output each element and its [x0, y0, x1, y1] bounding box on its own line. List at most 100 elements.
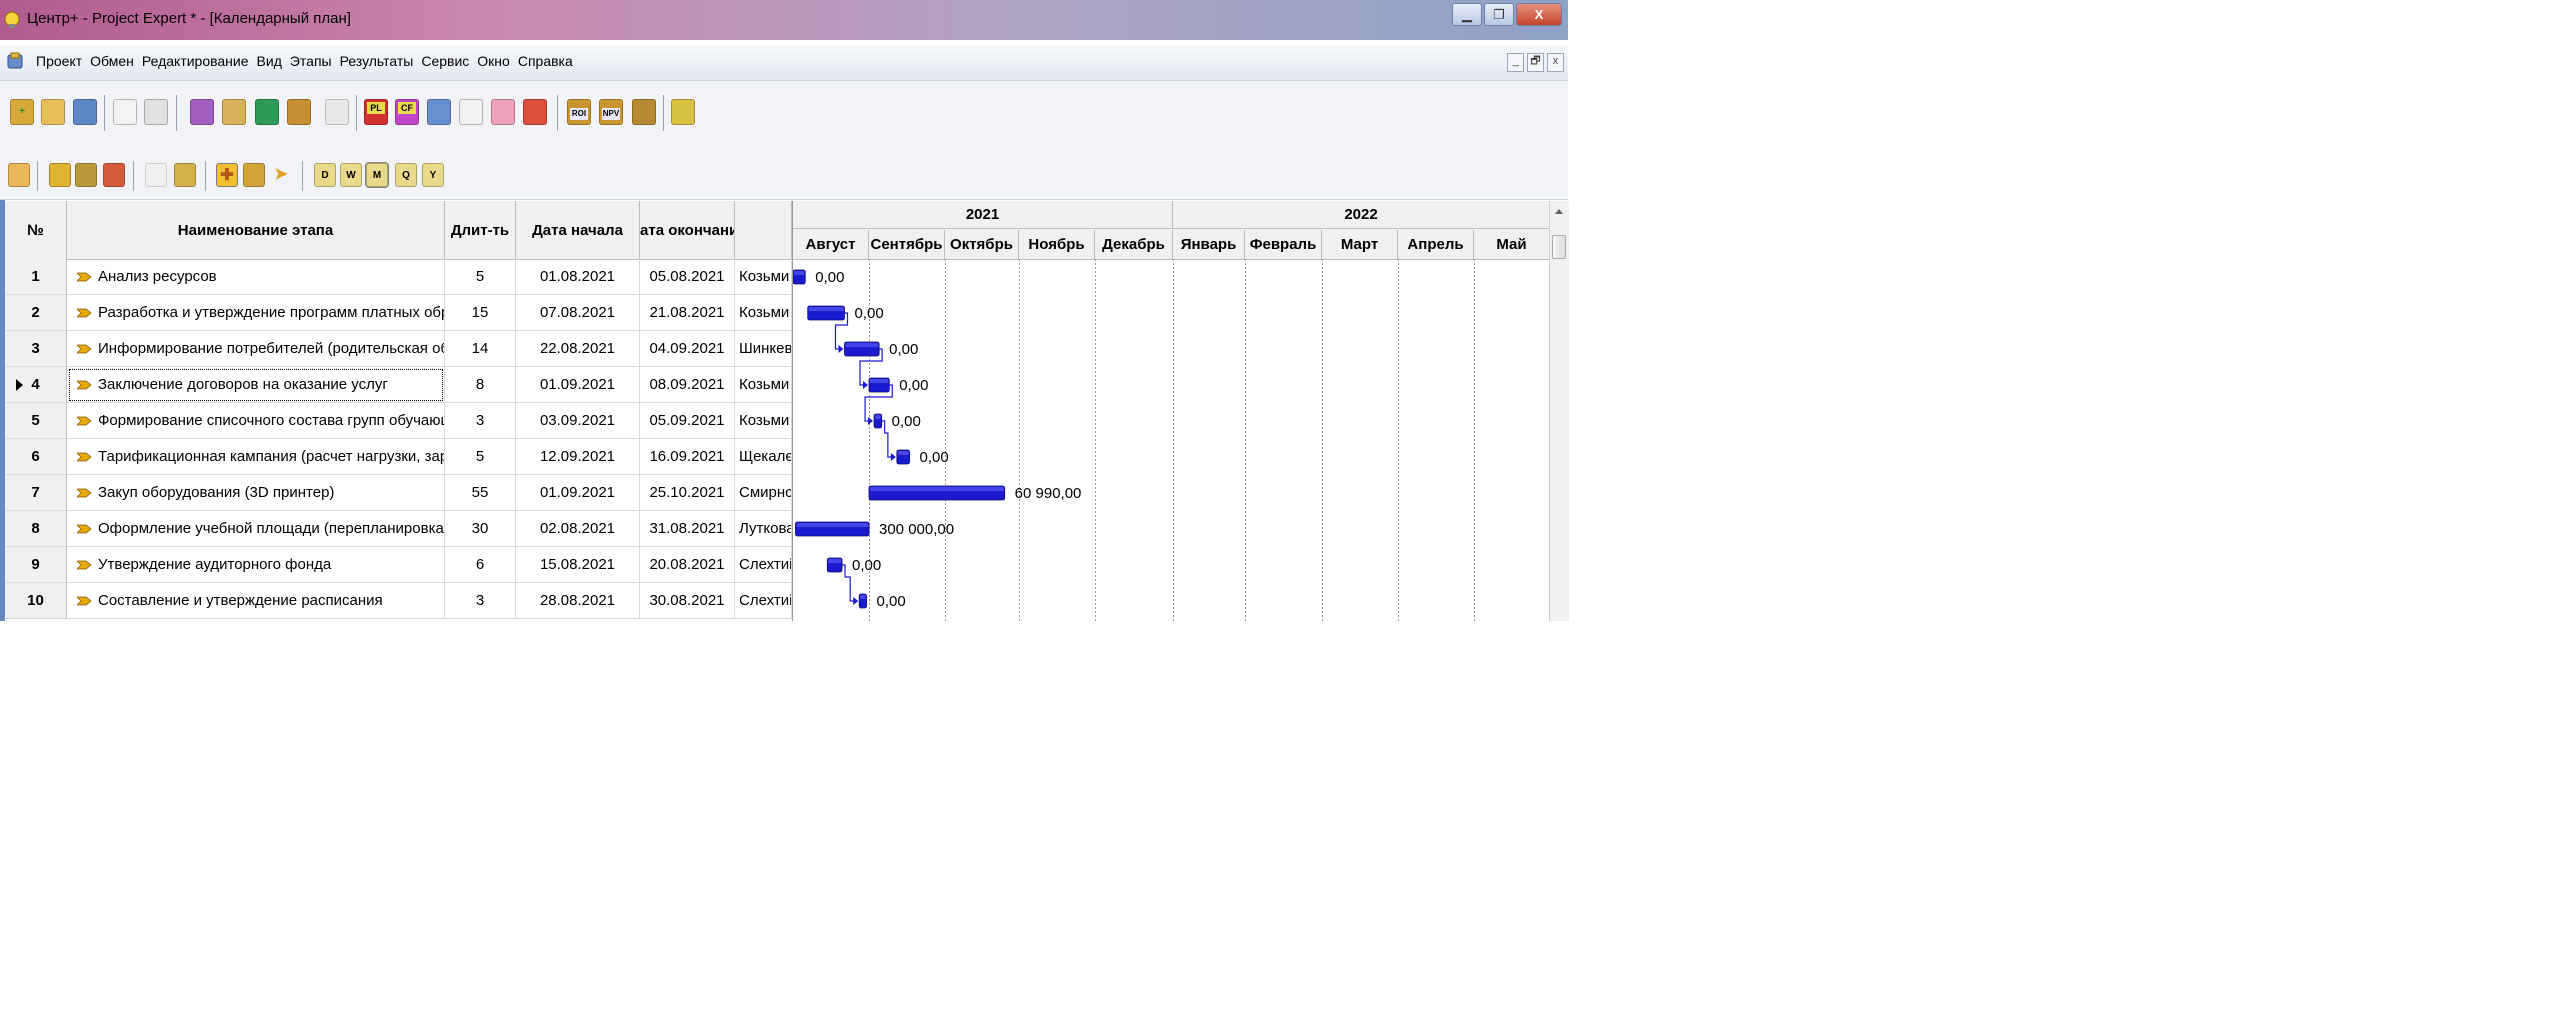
scale-week-icon[interactable]: W — [340, 163, 362, 187]
cf-report-icon[interactable]: CF — [395, 99, 419, 125]
scale-day-icon[interactable]: D — [314, 163, 336, 187]
table-row[interactable]: 2 Разработка и утверждение программ платн… — [5, 295, 792, 331]
duration-cell[interactable]: 5 — [445, 439, 516, 475]
duration-cell[interactable]: 8 — [445, 367, 516, 403]
stage-name-cell[interactable]: Формирование списочного состава групп об… — [67, 403, 445, 439]
duration-cell[interactable]: 14 — [445, 331, 516, 367]
responsible-cell[interactable]: Слехтиі — [735, 547, 792, 583]
start-date-cell[interactable]: 07.08.2021 — [516, 295, 640, 331]
start-date-cell[interactable]: 01.09.2021 — [516, 475, 640, 511]
delete-stage-icon[interactable] — [103, 163, 125, 187]
responsible-cell[interactable]: Козьми — [735, 403, 792, 439]
gears-icon[interactable] — [75, 163, 97, 187]
start-date-cell[interactable]: 28.08.2021 — [516, 583, 640, 619]
row-number[interactable]: 1 — [5, 259, 67, 295]
responsible-cell[interactable]: Козьми — [735, 367, 792, 403]
menu-item[interactable]: Этапы — [290, 53, 340, 69]
scale-quarter-icon[interactable]: Q — [395, 163, 417, 187]
duration-cell[interactable]: 55 — [445, 475, 516, 511]
responsible-cell[interactable]: Шинкев — [735, 331, 792, 367]
row-number[interactable]: 9 — [5, 547, 67, 583]
start-date-cell[interactable]: 22.08.2021 — [516, 331, 640, 367]
stage-name-cell[interactable]: Оформление учебной площади (перепланиров… — [67, 511, 445, 547]
link-disabled-icon[interactable] — [145, 163, 167, 187]
stage-name-cell[interactable]: Закуп оборудования (3D принтер) — [67, 475, 445, 511]
stage-name-cell[interactable]: Тарификационная кампания (расчет нагрузк… — [67, 439, 445, 475]
save-icon[interactable] — [73, 99, 97, 125]
stage-name-cell[interactable]: Заключение договоров на оказание услуг — [67, 367, 445, 403]
menu-item[interactable]: Сервис — [421, 53, 477, 69]
col-header-start[interactable]: Дата начала — [516, 201, 640, 259]
print-preview-icon[interactable] — [113, 99, 137, 125]
close-button[interactable]: X — [1516, 3, 1562, 26]
package-icon[interactable] — [287, 99, 311, 125]
col-header-duration[interactable]: Длит-ть — [445, 201, 516, 259]
row-number[interactable]: 3 — [5, 331, 67, 367]
start-date-cell[interactable]: 02.08.2021 — [516, 511, 640, 547]
table-row[interactable]: 4 Заключение договоров на оказание услуг 8… — [5, 367, 792, 403]
responsible-cell[interactable]: Смирнс — [735, 475, 792, 511]
start-date-cell[interactable]: 01.08.2021 — [516, 259, 640, 295]
open-folder-icon[interactable] — [41, 99, 65, 125]
end-date-cell[interactable]: 21.08.2021 — [640, 295, 735, 331]
start-date-cell[interactable]: 01.09.2021 — [516, 367, 640, 403]
menu-item[interactable]: Окно — [477, 53, 518, 69]
search-report-icon[interactable] — [459, 99, 483, 125]
tools-icon[interactable] — [190, 99, 214, 125]
start-date-cell[interactable]: 12.09.2021 — [516, 439, 640, 475]
balance-icon[interactable] — [427, 99, 451, 125]
minimize-button[interactable]: ▁ — [1452, 3, 1482, 26]
end-date-cell[interactable]: 08.09.2021 — [640, 367, 735, 403]
end-date-cell[interactable]: 20.08.2021 — [640, 547, 735, 583]
stage-name-cell[interactable]: Составление и утверждение расписания — [67, 583, 445, 619]
stage-name-cell[interactable]: Утверждение аудиторного фонда — [67, 547, 445, 583]
table-row[interactable]: 9 Утверждение аудиторного фонда 6 15.08.202… — [5, 547, 792, 583]
mdi-minimize-button[interactable]: _ — [1507, 53, 1524, 72]
responsible-cell[interactable]: Луткова — [735, 511, 792, 547]
scroll-up-arrow[interactable] — [1555, 209, 1563, 214]
new-project-icon[interactable]: + — [10, 99, 34, 125]
end-date-cell[interactable]: 05.09.2021 — [640, 403, 735, 439]
menu-item[interactable]: Обмен — [90, 53, 142, 69]
pointer-icon[interactable]: ➤ — [270, 163, 292, 187]
end-date-cell[interactable]: 05.08.2021 — [640, 259, 735, 295]
table-row[interactable]: 6 Тарификационная кампания (расчет нагруз… — [5, 439, 792, 475]
calendar-icon[interactable] — [8, 163, 30, 187]
responsible-cell[interactable]: Щекалє — [735, 439, 792, 475]
start-date-cell[interactable]: 15.08.2021 — [516, 547, 640, 583]
duration-cell[interactable]: 3 — [445, 403, 516, 439]
duration-cell[interactable]: 3 — [445, 583, 516, 619]
table-row[interactable]: 7 Закуп оборудования (3D принтер) 55 01.09.… — [5, 475, 792, 511]
end-date-cell[interactable]: 16.09.2021 — [640, 439, 735, 475]
responsible-cell[interactable]: Козьми — [735, 295, 792, 331]
pl-report-icon[interactable]: PL — [364, 99, 388, 125]
row-number[interactable]: 6 — [5, 439, 67, 475]
menu-item[interactable]: Вид — [257, 53, 290, 69]
stage-name-cell[interactable]: Информирование потребителей (родительска… — [67, 331, 445, 367]
table-row[interactable]: 1 Анализ ресурсов 5 01.08.2021 05.08.2021 Коз… — [5, 259, 792, 295]
stage-name-cell[interactable]: Анализ ресурсов — [67, 259, 445, 295]
duration-cell[interactable]: 6 — [445, 547, 516, 583]
row-number[interactable]: 4 — [5, 367, 67, 403]
vertical-scrollbar[interactable] — [1549, 201, 1569, 621]
end-date-cell[interactable]: 30.08.2021 — [640, 583, 735, 619]
end-date-cell[interactable]: 31.08.2021 — [640, 511, 735, 547]
npv-icon[interactable]: NPV — [599, 99, 623, 125]
calculator-icon[interactable] — [255, 99, 279, 125]
print-icon[interactable] — [144, 99, 168, 125]
add-cross-icon[interactable]: ✚ — [216, 163, 238, 187]
menu-item[interactable]: Редактирование — [142, 53, 257, 69]
scroll-thumb[interactable] — [1552, 235, 1566, 259]
document-window-icon[interactable] — [6, 52, 24, 70]
col-header-name[interactable]: Наименование этапа — [67, 201, 445, 259]
start-date-cell[interactable]: 03.09.2021 — [516, 403, 640, 439]
clipboard-icon[interactable] — [325, 99, 349, 125]
row-number[interactable]: 7 — [5, 475, 67, 511]
table-row[interactable]: 3 Информирование потребителей (родительск… — [5, 331, 792, 367]
col-header-responsible[interactable] — [735, 201, 792, 259]
col-header-num[interactable]: № — [5, 201, 67, 259]
duration-cell[interactable]: 30 — [445, 511, 516, 547]
user-icon[interactable] — [491, 99, 515, 125]
end-date-cell[interactable]: 25.10.2021 — [640, 475, 735, 511]
row-number[interactable]: 2 — [5, 295, 67, 331]
